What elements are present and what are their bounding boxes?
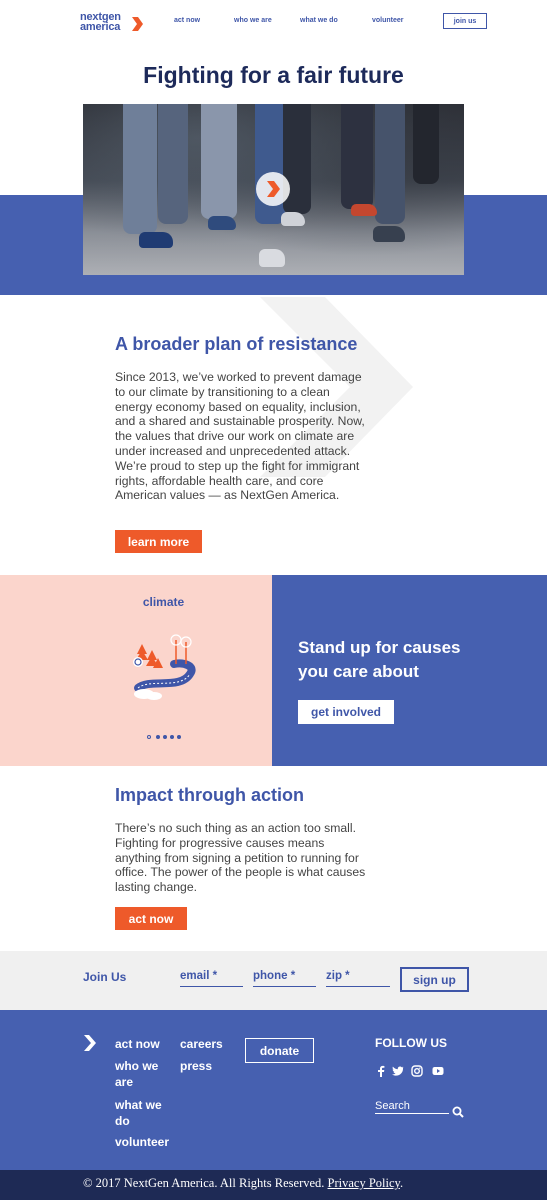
nav-who-we-are[interactable]: who we are [234,17,272,24]
logo[interactable]: nextgen america [80,12,144,36]
act-now-button[interactable]: act now [115,907,187,930]
footer-link-what-we-do[interactable]: what we do [115,1097,175,1129]
nav-what-we-do[interactable]: what we do [300,17,338,24]
carousel-label: climate [142,595,185,609]
phone-field[interactable]: phone * [253,970,316,987]
carousel-dot-1[interactable] [147,735,151,739]
search-icon[interactable] [452,1106,464,1118]
copyright-period: . [399,1176,404,1190]
zip-field[interactable]: zip * [326,970,390,987]
causes-heading-line2: you care about [298,662,419,681]
resistance-heading: A broader plan of resistance [115,334,358,354]
carousel-dot-4[interactable] [170,735,174,739]
carousel-dot-5[interactable] [177,735,181,739]
donate-button[interactable]: donate [245,1038,314,1063]
join-us-label: Join Us [83,970,127,984]
footer-link-act-now[interactable]: act now [115,1036,175,1052]
privacy-policy-link[interactable]: Privacy Policy [328,1176,400,1190]
nav-act-now[interactable]: act now [174,17,200,24]
youtube-icon[interactable] [432,1065,444,1077]
learn-more-button[interactable]: learn more [115,530,202,553]
twitter-icon[interactable] [392,1065,404,1077]
video-play-button[interactable] [256,172,290,206]
footer-link-press[interactable]: press [180,1058,223,1074]
email-field[interactable]: email * [180,970,243,987]
causes-heading-line1: Stand up for causes [298,638,461,657]
impact-body: There’s no such thing as an action too s… [115,821,366,895]
facebook-icon[interactable] [375,1065,387,1077]
footer-nav-col2: careers press [180,1036,223,1074]
causes-heading: Stand up for causes you care about [298,636,498,684]
footer-chevron-icon [84,1035,96,1051]
footer-nav-col1: act now who we are what we do volunteer [115,1036,175,1150]
instagram-icon[interactable] [411,1065,423,1077]
follow-us-heading: FOLLOW US [375,1036,447,1050]
copyright-text: © 2017 NextGen America. All Rights Reser… [83,1176,403,1191]
carousel-dot-2[interactable] [156,735,160,739]
nav-volunteer[interactable]: volunteer [372,17,404,24]
carousel-dot-3[interactable] [163,735,167,739]
chevron-right-icon [267,181,280,197]
copyright-notice: © 2017 NextGen America. All Rights Reser… [83,1176,325,1190]
join-us-button[interactable]: join us [443,13,487,29]
climate-illustration [133,634,196,700]
search-input[interactable]: Search [375,1100,449,1114]
footer-link-volunteer[interactable]: volunteer [115,1134,175,1150]
get-involved-button[interactable]: get involved [298,700,394,724]
resistance-body: Since 2013, we’ve worked to prevent dama… [115,370,365,503]
footer-link-careers[interactable]: careers [180,1036,223,1052]
sign-up-button[interactable]: sign up [400,967,469,992]
footer-link-who-we-are[interactable]: who we are [115,1058,175,1090]
logo-chevron-icon [132,17,143,31]
page-title: Fighting for a fair future [143,62,404,88]
impact-heading: Impact through action [115,785,304,805]
